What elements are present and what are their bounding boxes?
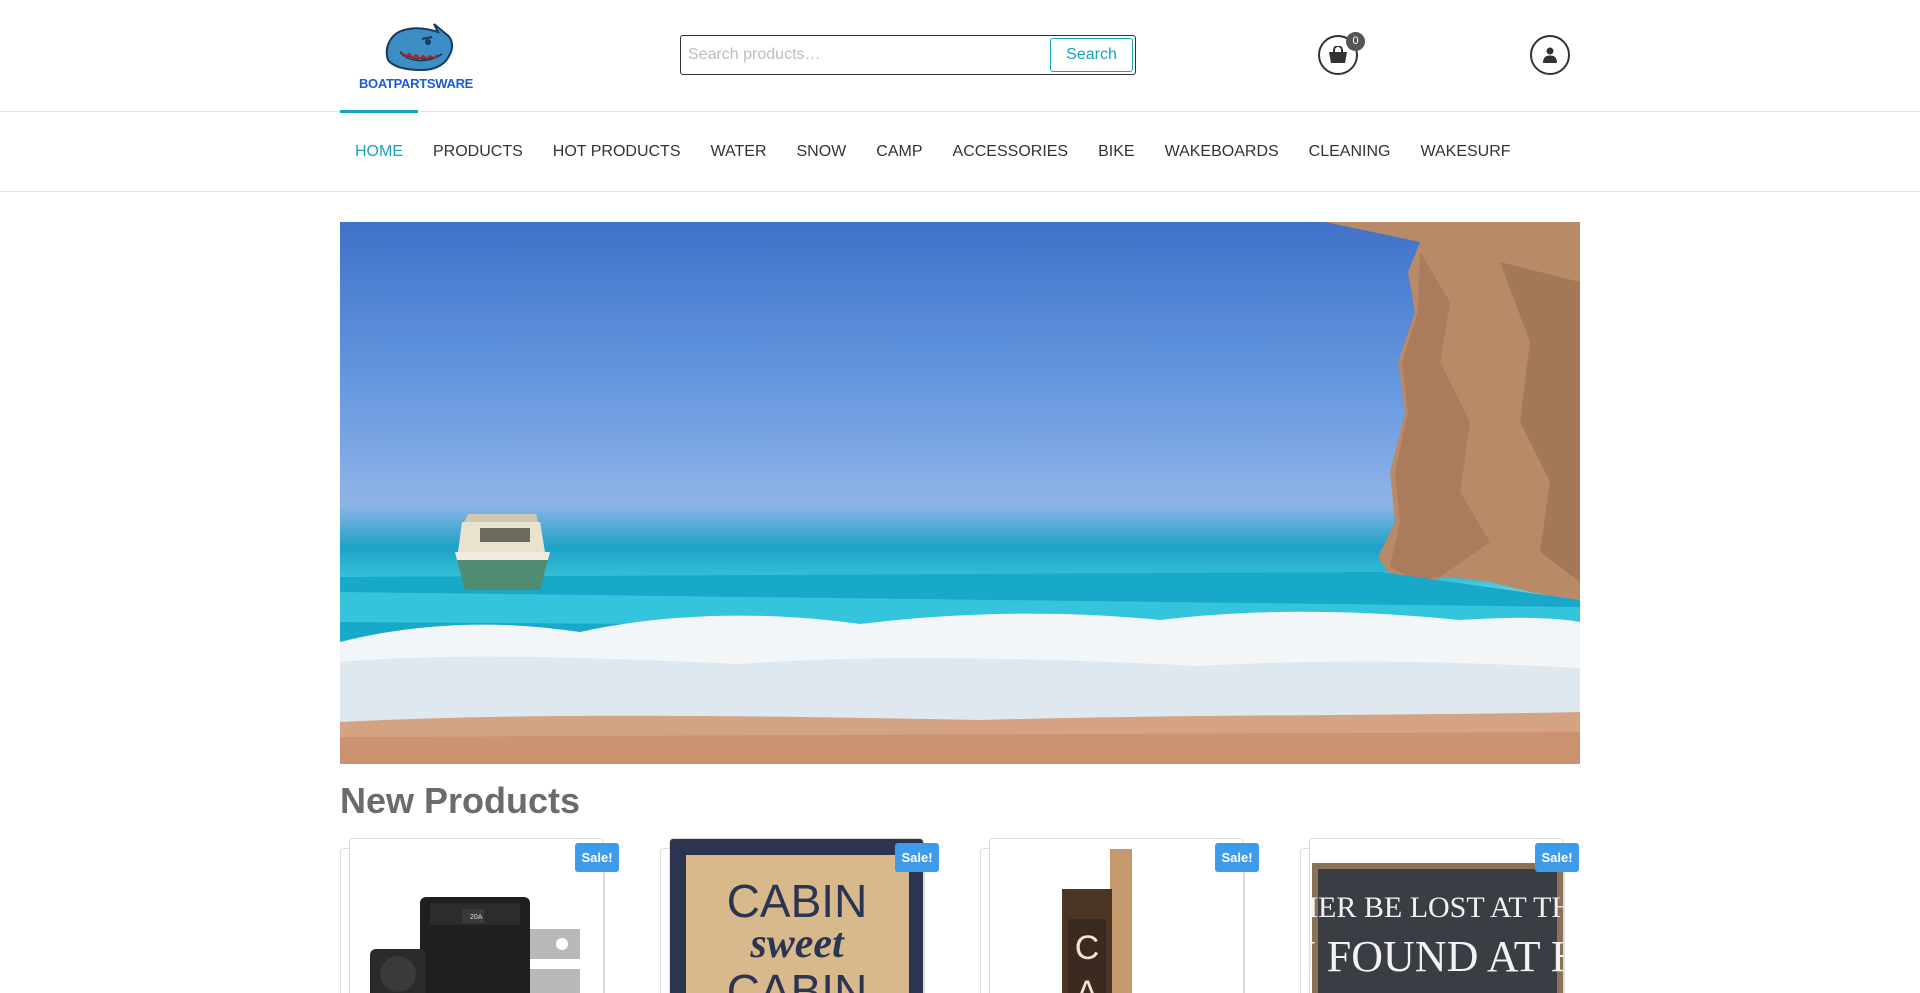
- search-button[interactable]: Search: [1050, 38, 1133, 72]
- nav-item-home[interactable]: HOME: [340, 110, 418, 191]
- product-grid: 20A Sale! CABIN sweet CABIN Sale! C A Sa…: [340, 838, 1580, 993]
- ca-sign-image: C A: [1062, 849, 1132, 993]
- lake-sign-image: I'D RATHER BE LOST AT THE LAKE THAN FOUN…: [1310, 839, 1564, 993]
- sale-badge: Sale!: [895, 843, 939, 872]
- product-card[interactable]: 20A Sale!: [340, 838, 619, 993]
- svg-text:THAN FOUND AT HOME: THAN FOUND AT HOME: [1310, 932, 1564, 981]
- sale-badge: Sale!: [575, 843, 619, 872]
- svg-text:CABIN: CABIN: [727, 965, 868, 993]
- nav-item-wakeboards[interactable]: WAKEBOARDS: [1150, 112, 1294, 191]
- logo-text: BOATPARTSWARE: [358, 76, 474, 91]
- cabin-sign-image: CABIN sweet CABIN: [670, 839, 923, 993]
- sale-badge: Sale!: [1215, 843, 1259, 872]
- beach-boat-image: [340, 222, 1580, 764]
- user-icon: [1543, 47, 1557, 63]
- circuit-breaker-image: 20A: [370, 897, 580, 993]
- svg-text:20A: 20A: [470, 914, 483, 921]
- product-image[interactable]: CABIN sweet CABIN: [669, 838, 924, 993]
- sale-badge: Sale!: [1535, 843, 1579, 872]
- nav-item-water[interactable]: WATER: [696, 112, 782, 191]
- nav-item-camp[interactable]: CAMP: [861, 112, 937, 191]
- nav-item-cleaning[interactable]: CLEANING: [1294, 112, 1406, 191]
- site-header: BOATPARTSWARE Search 0: [0, 0, 1920, 111]
- product-image[interactable]: I'D RATHER BE LOST AT THE LAKE THAN FOUN…: [1309, 838, 1564, 993]
- svg-text:A: A: [1076, 974, 1099, 993]
- svg-text:CABIN: CABIN: [727, 875, 868, 927]
- product-image[interactable]: 20A: [349, 838, 604, 993]
- nav-item-bike[interactable]: BIKE: [1083, 112, 1149, 191]
- nav-menu: HOME PRODUCTS HOT PRODUCTS WATER SNOW CAMP ACC…: [340, 110, 1526, 191]
- product-card[interactable]: I'D RATHER BE LOST AT THE LAKE THAN FOUN…: [1300, 838, 1579, 993]
- hero-banner: [340, 222, 1580, 764]
- search-form: Search: [680, 35, 1136, 75]
- site-logo[interactable]: BOATPARTSWARE: [356, 22, 476, 94]
- boat-graphic: [455, 514, 550, 590]
- svg-text:I'D RATHER BE LOST AT THE LAKE: I'D RATHER BE LOST AT THE LAKE: [1310, 891, 1564, 924]
- svg-text:sweet: sweet: [749, 921, 845, 967]
- main-navigation: HOME PRODUCTS HOT PRODUCTS WATER SNOW CAMP ACC…: [0, 110, 1920, 192]
- nav-item-products[interactable]: PRODUCTS: [418, 112, 538, 191]
- search-input[interactable]: [681, 36, 1051, 74]
- svg-text:C: C: [1075, 929, 1100, 967]
- product-image[interactable]: C A: [989, 838, 1244, 993]
- account-button[interactable]: [1530, 35, 1570, 75]
- product-card[interactable]: C A Sale!: [980, 838, 1259, 993]
- nav-item-snow[interactable]: SNOW: [782, 112, 862, 191]
- nav-item-hot-products[interactable]: HOT PRODUCTS: [538, 112, 696, 191]
- shark-logo-icon: [385, 23, 454, 72]
- cart-count-badge: 0: [1346, 32, 1365, 51]
- nav-item-accessories[interactable]: ACCESSORIES: [938, 112, 1084, 191]
- shopping-bag-icon: [1329, 46, 1347, 63]
- product-card[interactable]: CABIN sweet CABIN Sale!: [660, 838, 939, 993]
- nav-item-wakesurf[interactable]: WAKESURF: [1405, 112, 1525, 191]
- section-title-new-products: New Products: [340, 780, 581, 821]
